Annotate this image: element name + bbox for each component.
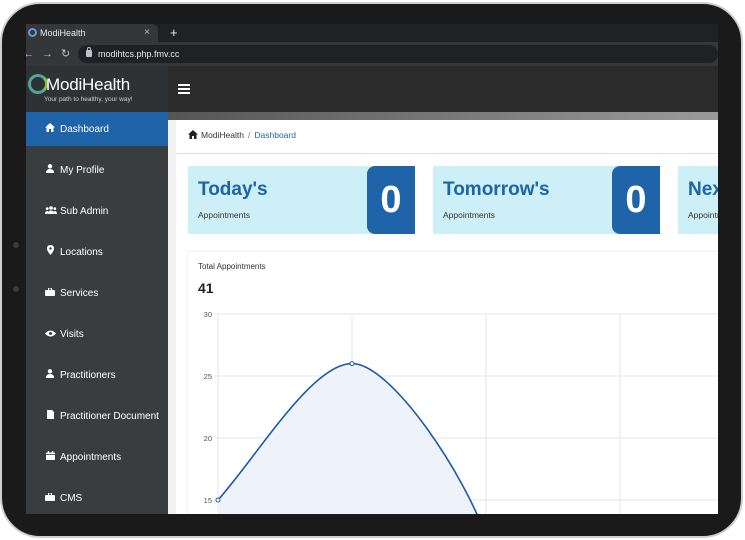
user-icon — [45, 153, 55, 187]
breadcrumb-home-link[interactable]: ModiHealth — [201, 130, 244, 140]
card-title: Tomorrow's — [443, 179, 550, 200]
map-pin-icon — [45, 235, 55, 269]
brand-name: ModiHealth — [46, 75, 130, 94]
browser-tab[interactable]: ModiHealth × — [26, 24, 158, 42]
data-point — [215, 497, 221, 503]
chart-total: 41 — [198, 280, 214, 296]
sidebar-item-label: Sub Admin — [60, 206, 109, 217]
y-tick-label: 25 — [204, 372, 212, 381]
divider — [176, 153, 718, 154]
y-tick-label: 15 — [204, 496, 212, 505]
sidebar-item-appointments[interactable]: Appointments — [26, 440, 168, 474]
card-count: 0 — [612, 166, 660, 234]
card-tomorrows-appointments[interactable]: Tomorrow's Appointments 0 — [433, 166, 660, 234]
calendar-icon — [45, 440, 55, 474]
user-md-icon — [45, 358, 55, 392]
brand-tagline: Your path to healthy, your way! — [44, 96, 133, 103]
screen: ModiHealth × + ← → ↻ modihtcs.php.fmv.cc… — [26, 24, 718, 514]
sidebar-item-label: My Profile — [60, 165, 105, 176]
favicon-icon — [28, 28, 37, 37]
sidebar-item-label: Locations — [60, 247, 103, 258]
hamburger-menu-icon[interactable] — [178, 84, 190, 94]
sidebar-item-visits[interactable]: Visits — [26, 317, 168, 351]
y-tick-label: 30 — [204, 310, 212, 319]
brand-logo[interactable]: ModiHealth Your path to healthy, your wa… — [26, 66, 168, 112]
url-input[interactable]: modihtcs.php.fmv.cc — [78, 45, 718, 63]
sidebar: Dashboard My Profile Sub Admin Locations… — [26, 112, 168, 514]
card-todays-appointments[interactable]: Today's Appointments 0 — [188, 166, 415, 234]
briefcase-icon — [45, 276, 55, 310]
card-subtitle: Appointments — [443, 210, 495, 220]
sidebar-item-label: Appointments — [60, 452, 122, 463]
sidebar-item-services[interactable]: Services — [26, 276, 168, 310]
logo-ring-icon — [28, 74, 48, 94]
users-icon — [45, 194, 57, 228]
content-header-strip — [168, 112, 718, 120]
y-tick-label: 20 — [204, 434, 212, 443]
dashboard-panel: ModiHealth / Dashboard Today's Appointment… — [176, 120, 718, 514]
sidebar-item-sub-admin[interactable]: Sub Admin — [26, 194, 168, 228]
new-tab-button[interactable]: + — [170, 24, 178, 41]
data-point — [349, 361, 355, 367]
file-icon — [45, 399, 55, 433]
chart-title: Total Appointments — [198, 262, 266, 271]
sidebar-item-cms[interactable]: CMS — [26, 481, 168, 514]
breadcrumb-separator: / — [248, 130, 251, 140]
tab-title: ModiHealth — [40, 28, 86, 38]
browser-tab-bar: ModiHealth × + — [26, 24, 718, 42]
breadcrumb: ModiHealth / Dashboard — [188, 130, 296, 140]
card-title: Today's — [198, 179, 268, 200]
sidebar-item-label: Visits — [60, 329, 84, 340]
card-count: 0 — [367, 166, 415, 234]
side-button — [13, 242, 19, 248]
sidebar-item-label: Practitioners — [60, 370, 116, 381]
sidebar-item-practitioners[interactable]: Practitioners — [26, 358, 168, 392]
back-arrow-icon[interactable]: ← — [26, 46, 34, 62]
card-title: Next — [688, 179, 718, 200]
sidebar-item-label: CMS — [60, 493, 83, 504]
eye-icon — [45, 317, 56, 351]
chart-canvas: 30 25 20 15 — [204, 310, 718, 514]
close-icon[interactable]: × — [144, 24, 150, 42]
card-next-appointments[interactable]: Next Appointments — [678, 166, 718, 234]
sidebar-item-locations[interactable]: Locations — [26, 235, 168, 269]
cms-icon — [45, 481, 55, 514]
app-header: ModiHealth Your path to healthy, your wa… — [26, 66, 718, 112]
side-button — [13, 286, 19, 292]
breadcrumb-current: Dashboard — [254, 130, 296, 140]
browser-address-bar: ← → ↻ modihtcs.php.fmv.cc — [26, 42, 718, 66]
sidebar-item-label: Dashboard — [60, 124, 109, 135]
home-icon — [188, 130, 198, 140]
sidebar-item-dashboard[interactable]: Dashboard — [26, 112, 168, 146]
card-subtitle: Appointments — [688, 210, 718, 220]
home-icon — [45, 112, 55, 146]
total-appointments-chart: Total Appointments 41 30 25 20 15 — [188, 252, 718, 514]
sidebar-item-label: Services — [60, 288, 99, 299]
lock-icon — [86, 47, 92, 57]
reload-icon[interactable]: ↻ — [61, 46, 70, 62]
forward-arrow-icon[interactable]: → — [42, 46, 53, 62]
sidebar-item-my-profile[interactable]: My Profile — [26, 153, 168, 187]
area-fill — [218, 363, 486, 514]
card-subtitle: Appointments — [198, 210, 250, 220]
url-text: modihtcs.php.fmv.cc — [98, 49, 180, 59]
sidebar-item-practitioner-document[interactable]: Practitioner Document — [26, 399, 168, 433]
sidebar-item-label: Practitioner Document — [60, 411, 159, 422]
